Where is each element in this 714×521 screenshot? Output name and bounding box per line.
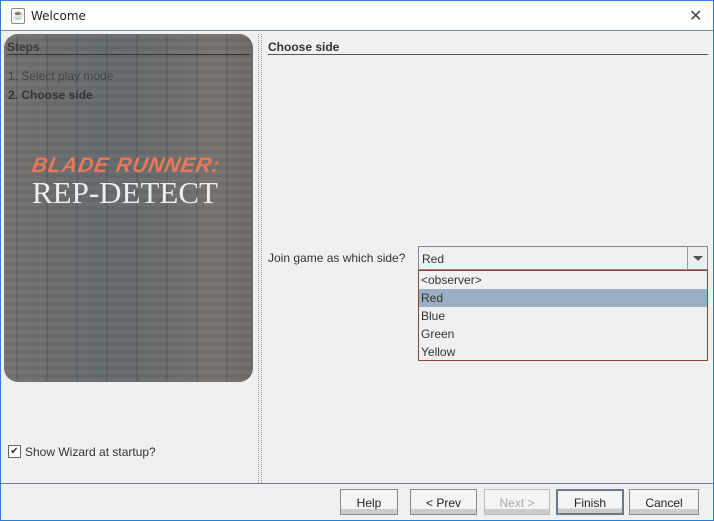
title-bar: ☕ Welcome ✕ bbox=[1, 1, 713, 31]
show-wizard-label[interactable]: Show Wizard at startup? bbox=[25, 445, 156, 459]
step-item: 1. Select play mode bbox=[8, 69, 114, 83]
join-side-label: Join game as which side? bbox=[268, 251, 406, 265]
banner-image: BLADE RUNNER: REP-DETECT bbox=[4, 34, 253, 382]
option-observer[interactable]: <observer> bbox=[419, 271, 707, 289]
side-combobox-value: Red bbox=[422, 252, 445, 266]
page-title: Choose side bbox=[268, 40, 340, 54]
steps-header: Steps bbox=[7, 40, 40, 54]
option-blue[interactable]: Blue bbox=[419, 307, 707, 325]
window-title: Welcome bbox=[31, 9, 86, 23]
close-icon[interactable]: ✕ bbox=[689, 6, 702, 26]
help-button[interactable]: Help bbox=[340, 489, 398, 515]
option-red[interactable]: Red bbox=[419, 289, 707, 307]
side-dropdown-list[interactable]: <observer> Red Blue Green Yellow bbox=[418, 270, 708, 361]
steps-divider bbox=[7, 54, 250, 55]
option-green[interactable]: Green bbox=[419, 325, 707, 343]
prev-button[interactable]: < Prev bbox=[410, 489, 477, 515]
finish-button[interactable]: Finish bbox=[556, 489, 624, 515]
button-bar-divider bbox=[1, 483, 713, 484]
next-button[interactable]: Next > bbox=[484, 489, 550, 515]
step-item-current: 2. Choose side bbox=[8, 88, 93, 102]
wizard-window: ☕ Welcome ✕ BLADE RUNNER: REP-DETECT Ste… bbox=[0, 0, 714, 521]
split-divider[interactable] bbox=[258, 34, 262, 483]
show-wizard-checkbox[interactable]: ✔ bbox=[8, 445, 21, 458]
side-combobox[interactable]: Red bbox=[418, 246, 708, 270]
chevron-down-icon[interactable] bbox=[687, 247, 707, 269]
option-yellow[interactable]: Yellow bbox=[419, 343, 707, 361]
title-divider bbox=[268, 54, 708, 55]
banner-logo-subtitle: REP-DETECT bbox=[32, 175, 218, 210]
cancel-button[interactable]: Cancel bbox=[629, 489, 699, 515]
java-icon: ☕ bbox=[11, 8, 25, 24]
